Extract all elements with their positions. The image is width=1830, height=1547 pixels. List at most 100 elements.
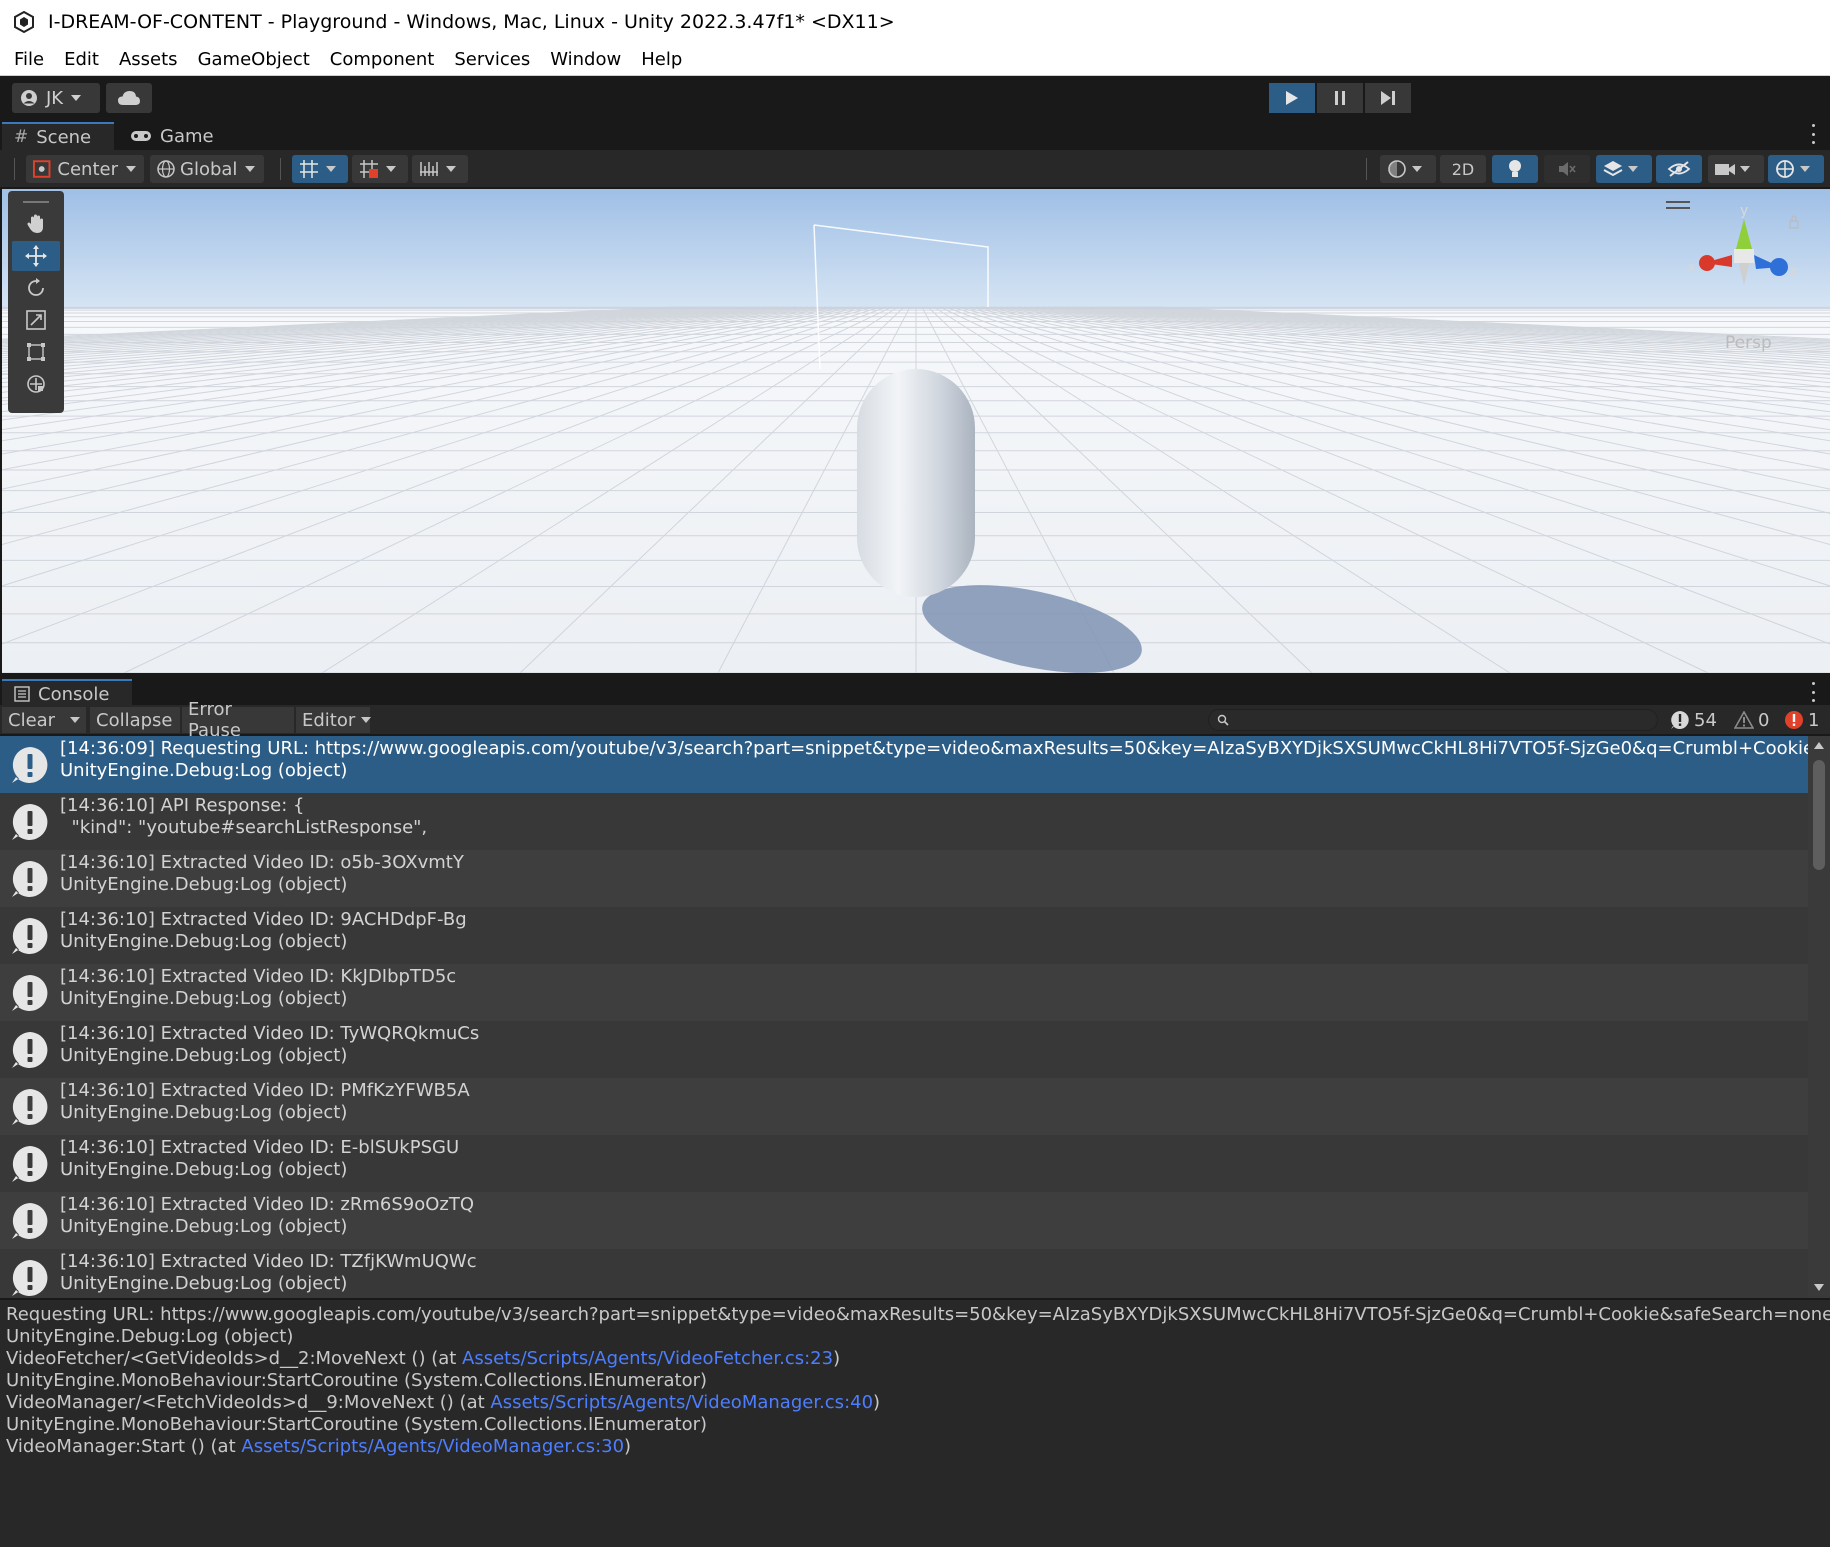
console-menu-icon[interactable] [1810,682,1816,702]
2d-toggle[interactable]: 2D [1440,155,1486,183]
play-icon [1286,91,1298,105]
scroll-up-icon[interactable] [1814,742,1824,749]
log-source: UnityEngine.Debug:Log (object) [60,988,348,1009]
console-toolbar: Clear Collapse Error Pause Editor 54 0 1 [0,699,1830,741]
menu-edit[interactable]: Edit [54,44,109,76]
log-message: [14:36:10] Extracted Video ID: KkJDIbpTD… [60,966,457,987]
play-button[interactable] [1269,83,1315,113]
log-entry[interactable]: [14:36:10] Extracted Video ID: TZfjKWmUQ… [0,1249,1808,1298]
cloud-button[interactable] [106,83,152,113]
log-entry[interactable]: [14:36:09] Requesting URL: https://www.g… [0,736,1808,793]
stack-frame: VideoManager/<FetchVideoIds>d__9:MoveNex… [6,1392,1824,1414]
menu-window[interactable]: Window [540,44,631,76]
editor-dropdown[interactable]: Editor [296,707,372,733]
tab-console[interactable]: Console [2,679,132,707]
scene-viewport[interactable]: y x z Persp [2,189,1830,673]
orientation-gizmo[interactable]: y x z [1684,201,1804,311]
log-source: UnityEngine.Debug:Log (object) [60,1102,348,1123]
chevron-down-icon [245,166,256,172]
menu-gameobject[interactable]: GameObject [188,44,320,76]
menu-help[interactable]: Help [631,44,692,76]
camera-icon [1715,164,1735,175]
info-icon [0,1192,60,1249]
clear-options-dropdown[interactable] [64,707,86,733]
pause-button[interactable] [1317,83,1363,113]
log-source: UnityEngine.Debug:Log (object) [60,1159,348,1180]
menu-services[interactable]: Services [444,44,540,76]
transform-tool[interactable] [12,369,60,399]
clear-label: Clear [8,709,56,731]
log-entry[interactable]: [14:36:10] Extracted Video ID: TyWQRQkmu… [0,1021,1808,1078]
unity-logo-icon [12,10,36,34]
ruler-toggle[interactable] [412,155,468,183]
menu-component[interactable]: Component [320,44,445,76]
error-pause-label: Error Pause [188,699,241,741]
account-dropdown[interactable]: JK [12,83,100,113]
source-link[interactable]: Assets/Scripts/Agents/VideoManager.cs:40 [490,1392,873,1413]
pivot-dropdown[interactable]: Center [26,155,144,183]
camera-dropdown[interactable] [1708,155,1764,183]
draw-mode-dropdown[interactable] [1380,155,1436,183]
space-dropdown[interactable]: Global [150,155,264,183]
info-icon [0,1135,60,1192]
main-toolbar: JK [0,76,1830,118]
error-count: 1 [1808,709,1820,731]
window-title: I-DREAM-OF-CONTENT - Playground - Window… [48,11,895,33]
log-entry[interactable]: [14:36:10] Extracted Video ID: KkJDIbpTD… [0,964,1808,1021]
chevron-down-icon [326,166,336,172]
stack-frame: UnityEngine.MonoBehaviour:StartCoroutine… [6,1414,708,1435]
scene-visibility-toggle[interactable] [1656,155,1702,183]
hand-tool[interactable] [12,209,60,239]
chevron-down-icon [1740,166,1750,172]
tab-scene-label: Scene [36,126,92,148]
log-entry[interactable]: [14:36:10] Extracted Video ID: zRm6S9oOz… [0,1192,1808,1249]
tab-scene[interactable]: # Scene [2,122,114,150]
log-entry[interactable]: [14:36:10] Extracted Video ID: 9ACHDdpF-… [0,907,1808,964]
projection-label[interactable]: Persp [1725,333,1772,353]
rect-tool[interactable] [12,337,60,367]
scale-icon [26,310,46,330]
frame-text: VideoFetcher/<GetVideoIds>d__2:MoveNext … [6,1348,463,1369]
clear-button[interactable]: Clear [2,707,64,733]
source-link[interactable]: Assets/Scripts/Agents/VideoFetcher.cs:23 [462,1348,833,1369]
effects-toggle[interactable] [1596,155,1652,183]
grid-snap-toggle[interactable] [292,155,348,183]
menu-assets[interactable]: Assets [109,44,188,76]
space-label: Global [180,158,238,180]
log-entry[interactable]: [14:36:10] Extracted Video ID: E-blSUkPS… [0,1135,1808,1192]
log-entry[interactable]: [14:36:10] Extracted Video ID: PMfKzYFWB… [0,1078,1808,1135]
source-link[interactable]: Assets/Scripts/Agents/VideoManager.cs:30 [241,1436,624,1457]
log-scrollbar[interactable] [1808,736,1830,1298]
move-tool[interactable] [12,241,60,271]
info-icon [0,964,60,1021]
error-count-toggle[interactable]: 1 [1784,708,1819,732]
warning-icon [1734,711,1754,729]
scale-tool[interactable] [12,305,60,335]
scene-menu-icon[interactable] [1810,124,1816,144]
chevron-down-icon [1800,166,1810,172]
collapse-toggle[interactable]: Collapse [90,707,180,733]
menu-file[interactable]: File [4,44,54,76]
stack-frame: VideoFetcher/<GetVideoIds>d__2:MoveNext … [6,1348,1824,1370]
warning-count-toggle[interactable]: 0 [1734,708,1769,732]
scrollbar-thumb[interactable] [1813,760,1825,870]
tab-game[interactable]: Game [118,122,228,150]
log-count-toggle[interactable]: 54 [1670,708,1717,732]
error-icon [1785,711,1803,729]
frame-text: VideoManager:Start () (at [6,1436,242,1457]
info-icon [0,1078,60,1135]
console-search-input[interactable] [1208,709,1658,731]
increment-snap-toggle[interactable] [352,155,408,183]
gizmos-dropdown[interactable] [1768,155,1824,183]
console-log-list: [14:36:09] Requesting URL: https://www.g… [0,736,1808,1298]
palette-grip[interactable] [23,201,49,203]
error-pause-toggle[interactable]: Error Pause [182,699,294,741]
step-button[interactable] [1365,83,1411,113]
log-entry[interactable]: [14:36:10] API Response: { "kind": "yout… [0,793,1808,850]
audio-toggle[interactable] [1544,155,1590,183]
log-source: UnityEngine.Debug:Log (object) [60,1273,348,1294]
rotate-tool[interactable] [12,273,60,303]
scroll-down-icon[interactable] [1814,1284,1824,1291]
lighting-toggle[interactable] [1492,155,1538,183]
log-entry[interactable]: [14:36:10] Extracted Video ID: o5b-3OXvm… [0,850,1808,907]
